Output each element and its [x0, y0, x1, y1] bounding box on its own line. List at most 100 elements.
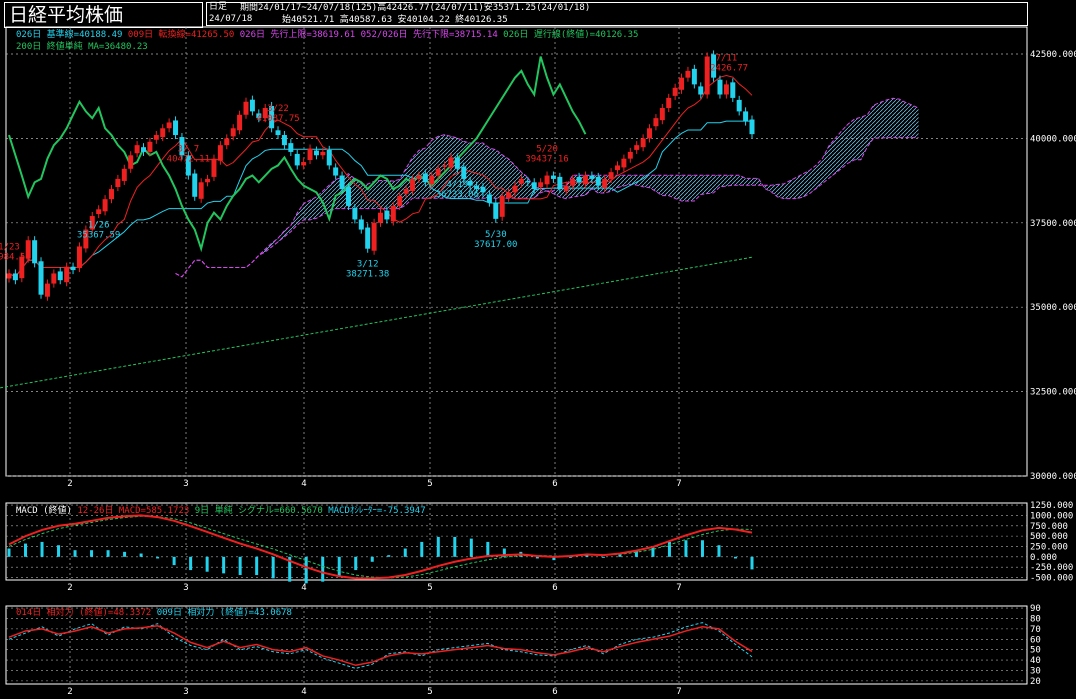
annotation-date: 7/11: [716, 53, 738, 63]
macd-month-tick-label: 2: [67, 583, 72, 593]
candle-body: [486, 194, 492, 203]
candle-body: [704, 56, 710, 95]
candle-body: [365, 227, 371, 249]
candle-body: [224, 138, 230, 146]
candle-body: [685, 70, 691, 78]
macd-oscillator-bar: [601, 556, 605, 558]
rsi-month-tick-label: 3: [183, 687, 188, 697]
candle-body: [422, 173, 428, 183]
macd-oscillator-bar: [370, 556, 374, 562]
rsi-y-tick-label: 90: [1030, 604, 1041, 614]
candle-body: [403, 189, 409, 194]
candle-body: [743, 111, 749, 122]
candle-body: [153, 135, 159, 140]
candle-body: [461, 166, 467, 179]
annotation-date: 3/12: [357, 260, 379, 270]
candle-body: [32, 240, 38, 264]
rsi-y-tick-label: 20: [1030, 677, 1041, 687]
candle-body: [506, 192, 512, 198]
candle-body: [717, 79, 723, 95]
candle-body: [544, 175, 550, 185]
macd-y-tick-label: -250.000: [1030, 563, 1073, 573]
candle-body: [653, 118, 659, 127]
macd-oscillator-bar: [271, 556, 275, 579]
macd-y-tick-label: 1000.000: [1030, 511, 1073, 521]
candle-body: [70, 266, 76, 271]
macd-y-tick-label: 750.000: [1030, 522, 1068, 532]
annotation-value: 36984.51: [0, 252, 31, 262]
candle-body: [313, 150, 319, 156]
rsi-y-tick-label: 80: [1030, 614, 1041, 624]
macd-oscillator-bar: [321, 556, 325, 582]
candle-body: [141, 147, 147, 152]
candle-body: [275, 130, 281, 136]
candle-body: [378, 212, 383, 223]
annotation-date: 1/26: [88, 220, 110, 230]
rsi-month-tick-label: 6: [552, 687, 557, 697]
macd-month-tick-label: 4: [301, 583, 306, 593]
candle-body: [198, 182, 204, 199]
candle-body: [301, 162, 307, 166]
annotation-value: 36733.06: [436, 190, 479, 200]
candle-body: [57, 271, 63, 281]
macd-oscillator-bar: [750, 556, 754, 570]
candle-body: [627, 151, 633, 159]
candle-body: [249, 99, 255, 112]
macd-y-tick-label: 1250.000: [1030, 501, 1073, 511]
candle-body: [576, 176, 582, 183]
candle-body: [211, 158, 217, 177]
candle-body: [230, 128, 236, 137]
candle-body: [442, 165, 448, 167]
rsi-month-tick-label: 2: [67, 687, 72, 697]
macd-oscillator-bar: [139, 553, 143, 557]
candle-body: [634, 145, 640, 150]
annotation-value: 38271.38: [346, 270, 389, 280]
main-y-tick-label: 32500.000: [1030, 388, 1076, 398]
candle-body: [608, 172, 614, 179]
candle-body: [173, 120, 179, 136]
macd-oscillator-bar: [700, 540, 704, 557]
candle-body: [147, 141, 153, 152]
candle-body: [531, 182, 537, 190]
macd-oscillator-bar: [106, 550, 110, 557]
candle-body: [582, 175, 588, 185]
macd-oscillator-bar: [255, 556, 259, 576]
candle-body: [480, 187, 486, 193]
candle-body: [640, 138, 646, 148]
macd-line: [8, 514, 753, 580]
candle-body: [12, 273, 18, 281]
macd-oscillator-bar: [304, 556, 308, 584]
rsi-panel-border: [5, 605, 1028, 685]
candle-body: [723, 84, 729, 95]
candle-body: [672, 87, 678, 96]
main-month-tick-label: 2: [67, 479, 72, 489]
main-y-tick-label: 30000.000: [1030, 472, 1076, 482]
annotation-value: 35367.59: [77, 230, 120, 240]
annotation-date: 3/22: [267, 104, 289, 114]
candle-body: [448, 157, 454, 168]
candle-body: [602, 178, 608, 188]
candle-body: [454, 157, 460, 169]
candle-body: [115, 178, 121, 188]
candle-body: [217, 145, 223, 161]
candle-body: [474, 185, 480, 190]
macd-oscillator-bar: [486, 541, 490, 557]
macd-oscillator-bar: [354, 556, 358, 571]
candle-body: [160, 128, 166, 138]
main-month-tick-label: 4: [301, 479, 306, 489]
candle-body: [557, 176, 563, 190]
candle-body: [288, 143, 294, 152]
macd-oscillator-bar: [403, 548, 407, 557]
macd-month-tick-label: 5: [427, 583, 432, 593]
candle-body: [384, 210, 390, 220]
annotation-date: 5/20: [536, 145, 558, 155]
macd-oscillator-bar: [420, 541, 424, 557]
candle-body: [102, 199, 108, 212]
candle-body: [614, 165, 620, 171]
candle-body: [647, 128, 653, 139]
candle-body: [589, 175, 595, 179]
macd-oscillator-bar: [337, 556, 341, 577]
macd-oscillator-bar: [238, 556, 242, 576]
rsi14-line: [8, 624, 753, 667]
annotation-date: 3/ 7: [178, 145, 200, 155]
